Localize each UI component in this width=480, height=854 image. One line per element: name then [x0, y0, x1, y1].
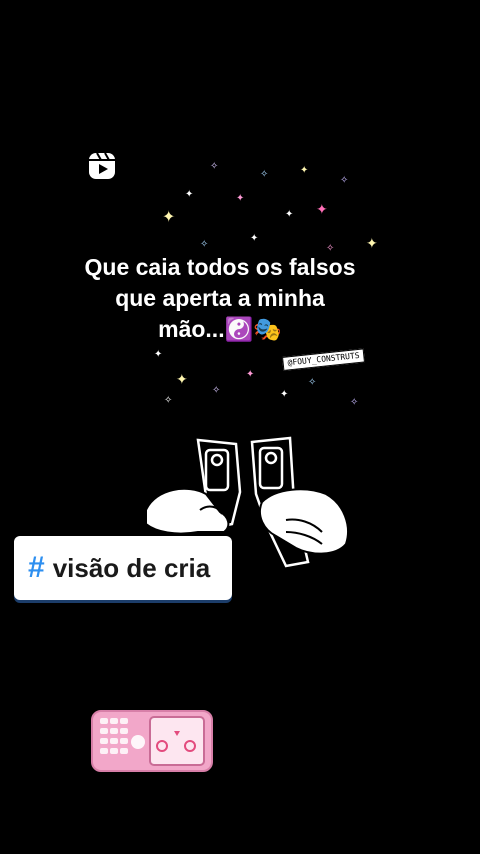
pink-phone-sticker [90, 708, 214, 774]
hashtag-icon: # [28, 551, 45, 584]
hashtag-label: visão de cria [52, 553, 211, 583]
caption-line-2: que aperta a minha [115, 285, 325, 311]
caption-line-1: Que caia todos os falsos [84, 254, 356, 280]
reels-icon[interactable] [88, 152, 116, 180]
post-caption: Que caia todos os falsos que aperta a mi… [60, 252, 380, 345]
hashtag-sticker[interactable]: # visão de cria [14, 536, 232, 600]
caption-line-3: mão...☯️🎭 [158, 316, 282, 342]
